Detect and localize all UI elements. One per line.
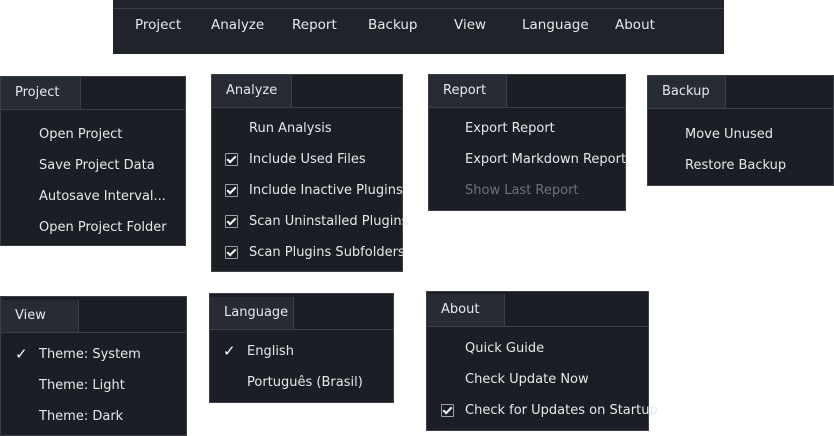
- view-menu-title: View: [1, 300, 79, 332]
- analyze-menu-title: Analyze: [212, 75, 292, 107]
- menu-item-scan-plugins-subfolders[interactable]: Scan Plugins Subfolders: [212, 237, 405, 268]
- menu-separator: [210, 329, 393, 330]
- menu-item-portugues-brasil[interactable]: Português (Brasil): [210, 367, 393, 398]
- menu-item-label: Autosave Interval...: [39, 189, 166, 204]
- menu-item-export-markdown-report[interactable]: Export Markdown Report: [429, 144, 627, 175]
- menu-separator: [212, 107, 402, 108]
- menu-item-label: Include Used Files: [249, 152, 366, 167]
- menu-item-theme-dark[interactable]: Theme: Dark: [1, 401, 186, 432]
- menu-item-label: Theme: Dark: [39, 409, 124, 424]
- menu-item-label: Run Analysis: [249, 121, 332, 136]
- menu-item-label: Português (Brasil): [247, 375, 363, 390]
- menu-separator: [1, 332, 186, 333]
- menu-item-export-report[interactable]: Export Report: [429, 113, 625, 144]
- checkbox-checked-icon[interactable]: [225, 215, 238, 228]
- report-menu-title: Report: [429, 75, 507, 107]
- menubar-divider: [113, 8, 724, 9]
- about-menu: About Quick Guide Check Update Now Check…: [426, 291, 658, 431]
- menu-item-label: Open Project: [39, 127, 123, 142]
- menu-item-label: Scan Plugins Subfolders: [249, 245, 405, 260]
- menu-item-label: Save Project Data: [39, 158, 155, 173]
- menu-item-label: Export Markdown Report: [465, 152, 627, 167]
- view-menu: View ✓ Theme: System Theme: Light Theme: …: [0, 296, 187, 436]
- menu-item-label: Restore Backup: [685, 158, 787, 173]
- menu-separator: [429, 107, 625, 108]
- about-menu-title: About: [427, 294, 505, 326]
- menu-item-scan-uninstalled-plugins[interactable]: Scan Uninstalled Plugins: [212, 206, 408, 237]
- menu-about[interactable]: About: [615, 17, 655, 33]
- menu-item-label: Scan Uninstalled Plugins: [249, 214, 409, 229]
- check-mark-icon: ✓: [223, 342, 236, 360]
- menu-item-open-project[interactable]: Open Project: [1, 119, 185, 150]
- check-mark-icon: ✓: [15, 345, 28, 363]
- menu-item-theme-light[interactable]: Theme: Light: [1, 370, 186, 401]
- menu-item-label: Export Report: [465, 121, 555, 136]
- backup-menu-title: Backup: [648, 76, 726, 108]
- menu-item-check-updates-on-startup[interactable]: Check for Updates on Startup: [427, 395, 658, 426]
- menu-item-move-unused[interactable]: Move Unused: [648, 119, 833, 150]
- report-menu: Report Export Report Export Markdown Rep…: [428, 74, 626, 211]
- menu-language[interactable]: Language: [522, 17, 589, 33]
- menu-item-label: Check Update Now: [465, 372, 589, 387]
- menu-item-label: Include Inactive Plugins: [249, 183, 403, 198]
- project-menu: Project Open Project Save Project Data A…: [0, 76, 186, 246]
- analyze-menu: Analyze Run Analysis Include Used Files …: [211, 74, 408, 272]
- menu-separator: [427, 326, 648, 327]
- menu-item-label: Check for Updates on Startup: [465, 403, 658, 418]
- menu-item-english[interactable]: ✓ English: [210, 336, 393, 367]
- menu-view[interactable]: View: [454, 17, 486, 33]
- menu-item-theme-system[interactable]: ✓ Theme: System: [1, 339, 186, 370]
- menu-item-include-inactive-plugins[interactable]: Include Inactive Plugins: [212, 175, 403, 206]
- menu-item-quick-guide[interactable]: Quick Guide: [427, 333, 648, 364]
- menu-item-label: Quick Guide: [465, 341, 545, 356]
- checkbox-checked-icon[interactable]: [225, 246, 238, 259]
- menu-item-label: Move Unused: [685, 127, 774, 142]
- menu-item-show-last-report: Show Last Report: [429, 175, 625, 206]
- menu-item-run-analysis[interactable]: Run Analysis: [212, 113, 402, 144]
- checkbox-checked-icon[interactable]: [441, 404, 454, 417]
- menubar: Project Analyze Report Backup View Langu…: [113, 0, 724, 54]
- menu-item-label: Open Project Folder: [39, 220, 167, 235]
- menu-report[interactable]: Report: [292, 17, 337, 33]
- language-menu: Language ✓ English Português (Brasil): [209, 293, 394, 403]
- project-menu-title: Project: [1, 77, 81, 109]
- menu-item-label: Show Last Report: [465, 183, 579, 198]
- menu-item-label: Theme: Light: [39, 378, 125, 393]
- menu-separator: [648, 108, 833, 109]
- menu-item-save-project-data[interactable]: Save Project Data: [1, 150, 185, 181]
- menu-item-restore-backup[interactable]: Restore Backup: [648, 150, 833, 181]
- menu-item-autosave-interval[interactable]: Autosave Interval...: [1, 181, 185, 212]
- checkbox-checked-icon[interactable]: [225, 184, 238, 197]
- menu-item-include-used-files[interactable]: Include Used Files: [212, 144, 402, 175]
- menu-project[interactable]: Project: [135, 17, 181, 33]
- menu-analyze[interactable]: Analyze: [211, 17, 264, 33]
- language-menu-title: Language: [210, 297, 294, 329]
- menu-backup[interactable]: Backup: [368, 17, 418, 33]
- menu-separator: [1, 109, 185, 110]
- checkbox-checked-icon[interactable]: [225, 153, 238, 166]
- menu-item-label: English: [247, 344, 294, 359]
- backup-menu: Backup Move Unused Restore Backup: [647, 75, 834, 186]
- menu-item-check-update-now[interactable]: Check Update Now: [427, 364, 648, 395]
- menu-item-label: Theme: System: [39, 347, 141, 362]
- menu-item-open-project-folder[interactable]: Open Project Folder: [1, 212, 185, 243]
